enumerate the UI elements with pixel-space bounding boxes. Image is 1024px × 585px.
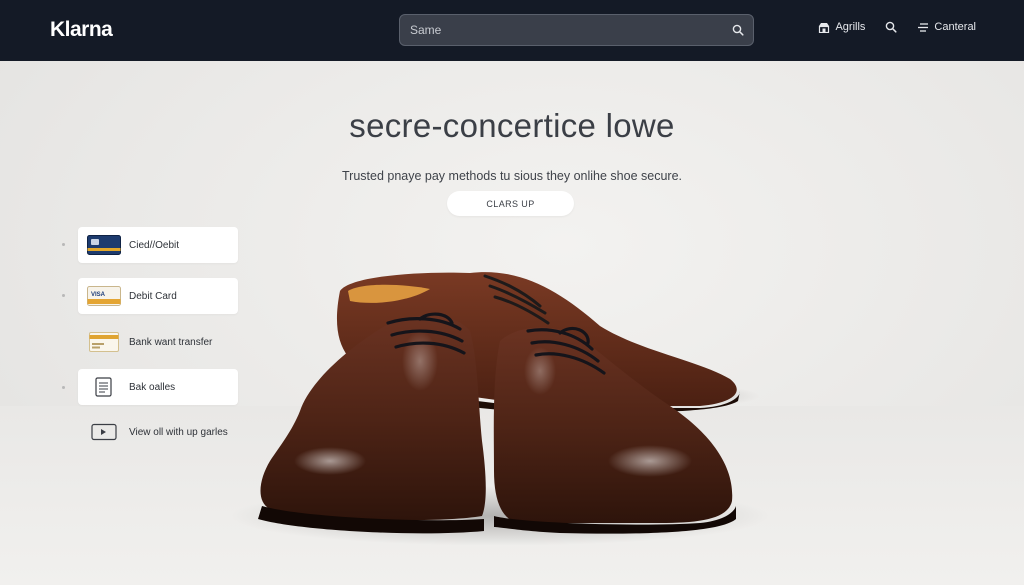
nav-canteral[interactable]: Canteral [917,21,976,33]
payment-label: Cied//Oebit [129,239,180,251]
nav-agrills[interactable]: Agrills [818,21,865,33]
header-nav: Agrills Canteral [818,21,976,33]
list-bullet [62,386,65,389]
payment-label: View oll with up garles [129,426,228,438]
search-button[interactable] [723,15,753,45]
svg-text:VISA: VISA [91,292,106,298]
menu-icon [918,22,929,32]
payment-label: Bak oalles [129,381,176,393]
play-icon [87,422,121,442]
store-icon [819,22,830,33]
search-input[interactable] [400,15,723,45]
payment-view-all[interactable]: View oll with up garles [78,414,238,450]
payment-debit-card[interactable]: VISA Debit Card [78,278,238,314]
search-bar [399,14,754,46]
document-icon [87,377,121,397]
search-icon [732,24,744,36]
nav-search[interactable] [885,21,897,33]
list-bullet [62,294,65,297]
nav-canteral-label: Canteral [934,21,976,33]
hero-title: secre-concertice lowe [349,107,675,144]
brand-logo[interactable]: Klarna [50,18,113,42]
payment-bak-oalles[interactable]: Bak oalles [78,369,238,405]
signup-button[interactable]: CLARS UP [447,191,574,216]
list-bullet [62,243,65,246]
hero-subtitle: Trusted pnaye pay methods tu sious they … [341,169,682,183]
nav-agrills-label: Agrills [835,21,866,33]
visa-card-icon: VISA [87,286,121,306]
hero-section: secre-concertice lowe Trusted pnaye pay … [0,61,1024,585]
credit-card-icon [87,235,121,255]
payment-label: Debit Card [129,290,177,302]
search-icon [886,21,897,33]
payment-bank-transfer[interactable]: Bank want transfer [78,324,238,360]
payment-label: Bank want transfer [129,336,213,348]
bank-transfer-icon [87,332,121,352]
payment-credit-debit[interactable]: Cied//Oebit [78,227,238,263]
top-navigation-bar: Klarna Agrills [0,0,1024,61]
